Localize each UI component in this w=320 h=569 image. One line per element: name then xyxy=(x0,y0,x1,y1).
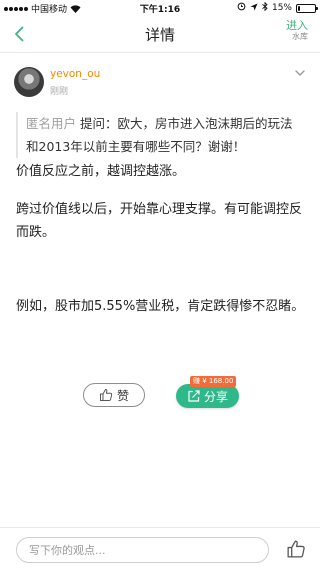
answer-paragraph: 价值反应之前，越调控越涨。 xyxy=(16,164,186,179)
page-title: 详情 xyxy=(144,26,175,44)
status-bar: 中国移动 下午1:16 15% xyxy=(0,0,320,16)
battery-icon xyxy=(296,3,318,13)
battery-percent: 15% xyxy=(271,3,292,13)
alarm-icon xyxy=(237,2,246,14)
reward-badge: 赚 ¥ 168.00 xyxy=(190,376,237,387)
answer-paragraph: 例如，股市加5.55%营业税，肯定跌得惨不忍睹。 xyxy=(16,299,305,314)
thumbs-up-icon xyxy=(99,389,113,401)
answer-paragraph: 跨过价值线以后，开始靠心理支撑。有可能调控反而跌。 xyxy=(16,202,303,240)
bluetooth-icon xyxy=(262,1,268,14)
enter-link-sublabel: 水库 xyxy=(292,32,308,41)
like-label: 赞 xyxy=(116,388,129,403)
share-label: 分享 xyxy=(203,389,228,404)
location-icon xyxy=(250,3,258,14)
battery-level-fill xyxy=(298,5,300,11)
asker-name: 匿名用户 xyxy=(26,116,77,131)
like-button[interactable]: 赞 xyxy=(83,383,145,407)
answer-body: 价值反应之前，越调控越涨。 跨过价值线以后，开始靠心理支撑。有可能调控反而跌。 … xyxy=(16,160,306,318)
status-right: 15% xyxy=(237,1,318,14)
bottom-bar xyxy=(0,527,320,569)
bottom-like-button[interactable] xyxy=(286,539,306,559)
share-group: 分享 赚 ¥ 168.00 xyxy=(176,376,239,408)
chevron-down-icon[interactable] xyxy=(294,68,306,78)
avatar[interactable] xyxy=(14,67,44,97)
thumbs-up-icon xyxy=(287,540,305,558)
author-row: yevon_ou 刚刚 xyxy=(14,64,306,98)
question-quote: 匿名用户 提问：欧大，房市进入泡沫期后的玩法和2013年以前主要有哪些不同？谢谢… xyxy=(16,112,303,158)
comment-input[interactable] xyxy=(16,537,269,563)
share-icon xyxy=(188,390,200,402)
enter-reservoir-link[interactable]: 进入 水库 xyxy=(286,20,308,41)
share-button[interactable]: 分享 xyxy=(176,384,239,408)
post-time: 刚刚 xyxy=(50,87,69,97)
answer-detail-screen: 中国移动 下午1:16 15% 详情 进入 水库 yevon_ou 刚刚 匿名用… xyxy=(0,0,320,569)
enter-link-label: 进入 xyxy=(286,19,308,32)
nav-bar: 详情 进入 水库 xyxy=(0,16,320,53)
author-name[interactable]: yevon_ou xyxy=(50,68,100,80)
